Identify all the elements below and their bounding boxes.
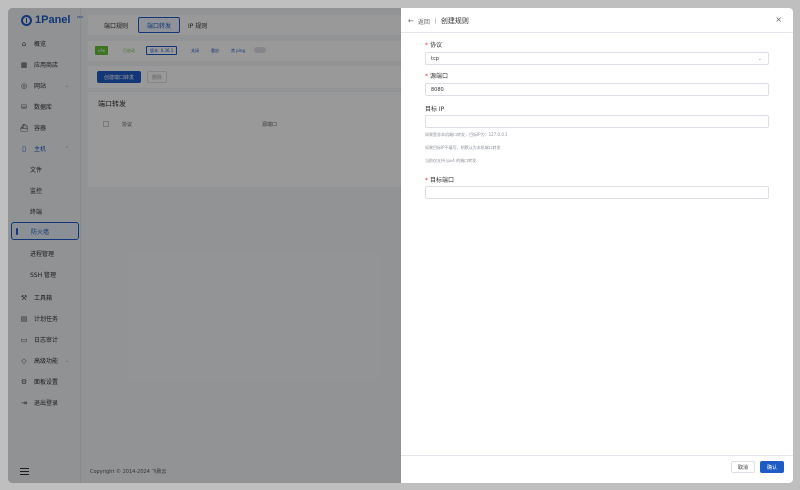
target-port-label-text: 目标端口 (430, 177, 455, 184)
required-mark: * (425, 177, 428, 184)
drawer-header: ← 返回 创建规则 × (408, 15, 788, 27)
close-icon[interactable]: × (775, 15, 782, 24)
back-link[interactable]: 返回 (418, 17, 430, 26)
source-port-input[interactable]: 8080 (425, 83, 769, 96)
header-divider-line (401, 32, 793, 33)
source-port-label-text: 源端口 (430, 73, 449, 80)
target-port-label: * 目标端口 (425, 175, 454, 184)
confirm-button[interactable]: 确认 (760, 461, 784, 473)
required-mark: * (425, 42, 428, 49)
source-port-label: * 源端口 (425, 71, 448, 80)
source-port-value: 8080 (431, 86, 444, 93)
drawer-title: 创建规则 (440, 17, 469, 25)
cancel-button[interactable]: 取消 (731, 461, 755, 473)
target-ip-input[interactable] (425, 115, 769, 128)
app-window: 1Panel PRO ⌂ 概览 ▦ 应用商店 ◎ 网站 ⌄ ⛁ 数据库 ⛴ 容器 ▯ 主机 ⌃ … (8, 8, 793, 483)
drawer-footer-divider (401, 455, 793, 456)
protocol-select[interactable]: tcp ⌄ (425, 52, 769, 65)
target-ip-label: 目标 IP (425, 106, 445, 113)
target-ip-hint-1: 如果是非本机端口转发，目标IP为：127.0.0.1 (425, 132, 508, 137)
protocol-value: tcp (431, 55, 439, 62)
protocol-label-text: 协议 (430, 42, 443, 49)
chevron-down-icon: ⌄ (757, 55, 762, 62)
create-rule-drawer: ← 返回 创建规则 × * 协议 tcp ⌄ * 源端口 8080 目标 IP 如果是… (401, 8, 793, 483)
target-port-input[interactable] (425, 186, 769, 199)
required-mark: * (425, 73, 428, 80)
target-ip-hint-2: 如果目标IP不填写，则默认为本机端口转发 (425, 145, 501, 150)
arrow-left-icon[interactable]: ← (408, 17, 414, 25)
protocol-label: * 协议 (425, 40, 442, 49)
header-divider (434, 18, 436, 24)
target-ip-hint-3: 当前仅支持 ipv4 的端口转发 (425, 158, 477, 163)
